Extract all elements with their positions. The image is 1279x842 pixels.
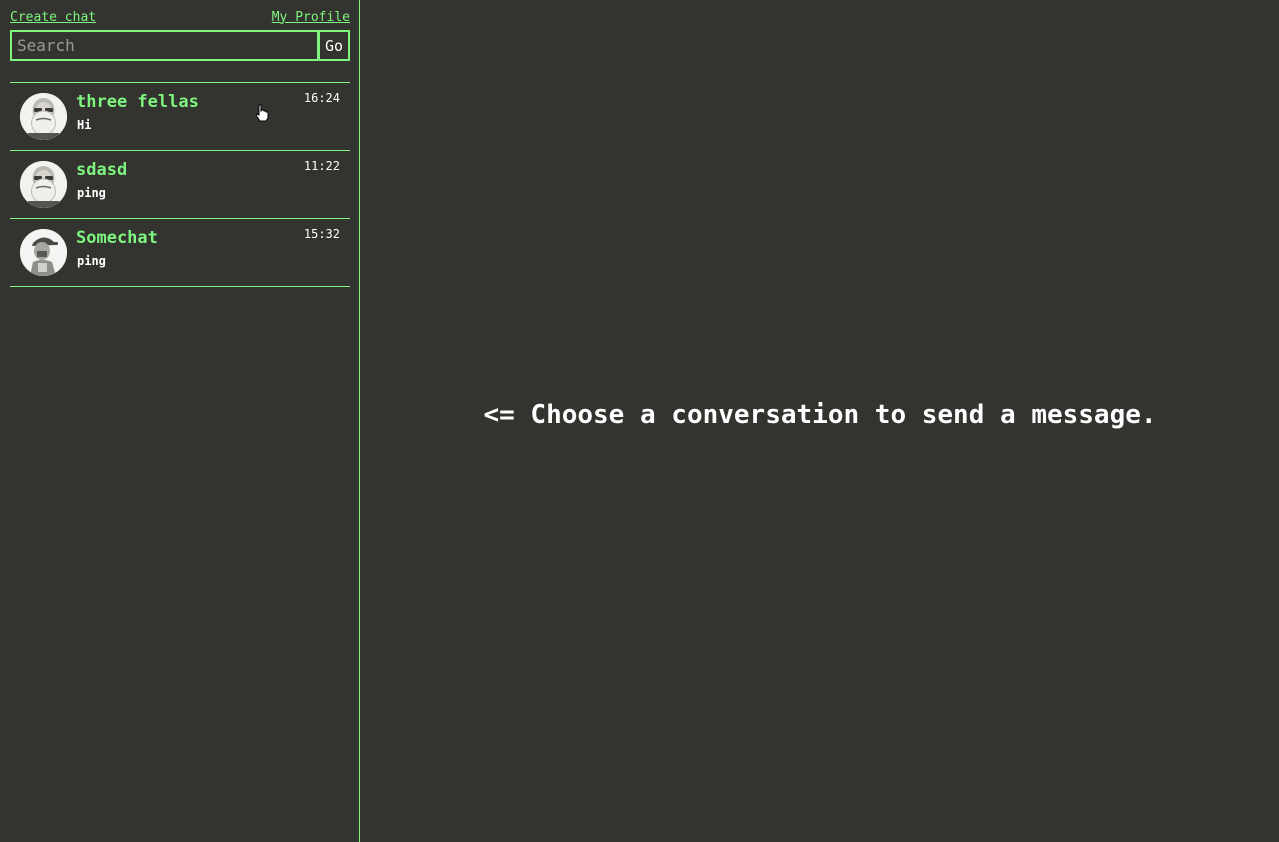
chat-name: sdasd (76, 160, 128, 180)
sidebar: Create chat My Profile Go (0, 0, 360, 842)
my-profile-link[interactable]: My Profile (272, 10, 350, 25)
chat-name: Somechat (76, 228, 158, 248)
chat-timestamp: 11:22 (303, 159, 340, 173)
go-button[interactable]: Go (319, 30, 350, 61)
bearded-man-avatar (20, 93, 67, 140)
chat-item-sdasd[interactable]: sdasd ping 11:22 (10, 151, 350, 219)
chat-item-three-fellas[interactable]: three fellas Hi 16:24 (10, 83, 350, 151)
conversation-panel: <= Choose a conversation to send a messa… (361, 0, 1279, 842)
sidebar-header: Create chat My Profile (10, 8, 350, 26)
search-input[interactable] (10, 30, 319, 61)
search-bar: Go (10, 30, 350, 61)
chat-item-somechat[interactable]: Somechat ping 15:32 (10, 219, 350, 287)
chat-last-message: ping (77, 186, 106, 200)
empty-state-message: <= Choose a conversation to send a messa… (483, 400, 1157, 430)
chat-timestamp: 16:24 (303, 91, 340, 105)
bearded-man-avatar (20, 161, 67, 208)
chat-last-message: ping (77, 254, 106, 268)
man-with-cap-avatar (20, 229, 67, 276)
hand-pointer-icon (255, 104, 269, 122)
chat-last-message: Hi (77, 118, 92, 132)
chat-timestamp: 15:32 (303, 227, 340, 241)
chat-app: Create chat My Profile Go (0, 0, 1279, 842)
chat-list: three fellas Hi 16:24 sdasd ping 11:22 S… (10, 82, 350, 287)
create-chat-link[interactable]: Create chat (10, 10, 96, 25)
chat-name: three fellas (76, 92, 199, 112)
